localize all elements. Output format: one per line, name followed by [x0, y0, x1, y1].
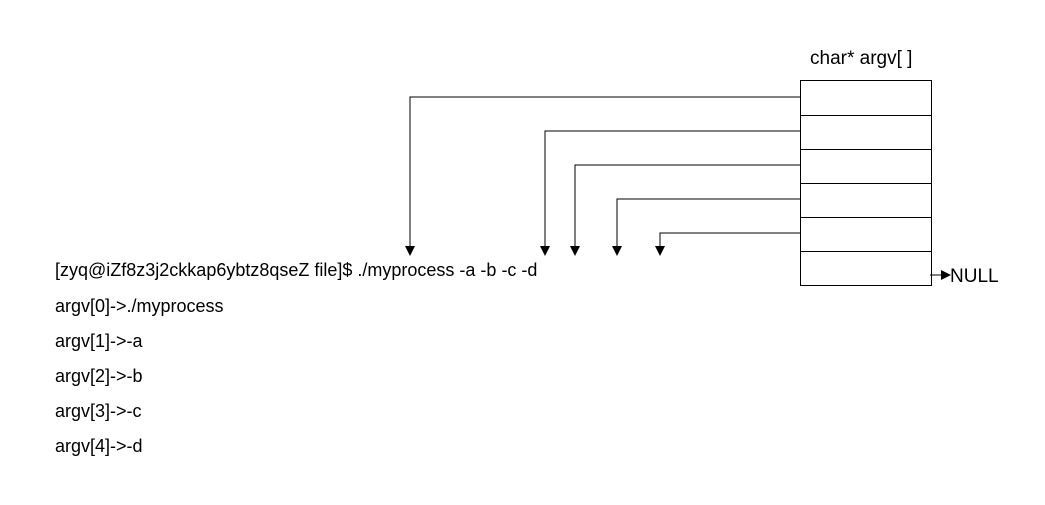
arrow-argv3	[617, 199, 800, 252]
diagram-canvas: char* argv[ ] NULL [zyq@iZf8z3j2ckkap6yb…	[0, 0, 1045, 505]
null-label: NULL	[950, 266, 999, 288]
arrow-argv4	[660, 233, 800, 252]
arrow-argv2	[575, 165, 800, 252]
argv-cell-3	[801, 183, 931, 217]
arrow-argv1	[545, 131, 800, 252]
argv-array-title: char* argv[ ]	[810, 48, 912, 70]
argv-cell-2	[801, 149, 931, 183]
argv-cell-5	[801, 251, 931, 285]
argv-cell-4	[801, 217, 931, 251]
argv-line-2: argv[2]->-b	[55, 365, 143, 388]
argv-line-0: argv[0]->./myprocess	[55, 295, 224, 318]
argv-array-box	[800, 80, 932, 286]
argv-cell-1	[801, 115, 931, 149]
arrow-argv0	[410, 97, 800, 252]
argv-line-1: argv[1]->-a	[55, 330, 143, 353]
command-line-text: [zyq@iZf8z3j2ckkap6ybtz8qseZ file]$ ./my…	[55, 259, 537, 282]
argv-cell-0	[801, 81, 931, 115]
argv-line-4: argv[4]->-d	[55, 435, 143, 458]
argv-line-3: argv[3]->-c	[55, 400, 142, 423]
